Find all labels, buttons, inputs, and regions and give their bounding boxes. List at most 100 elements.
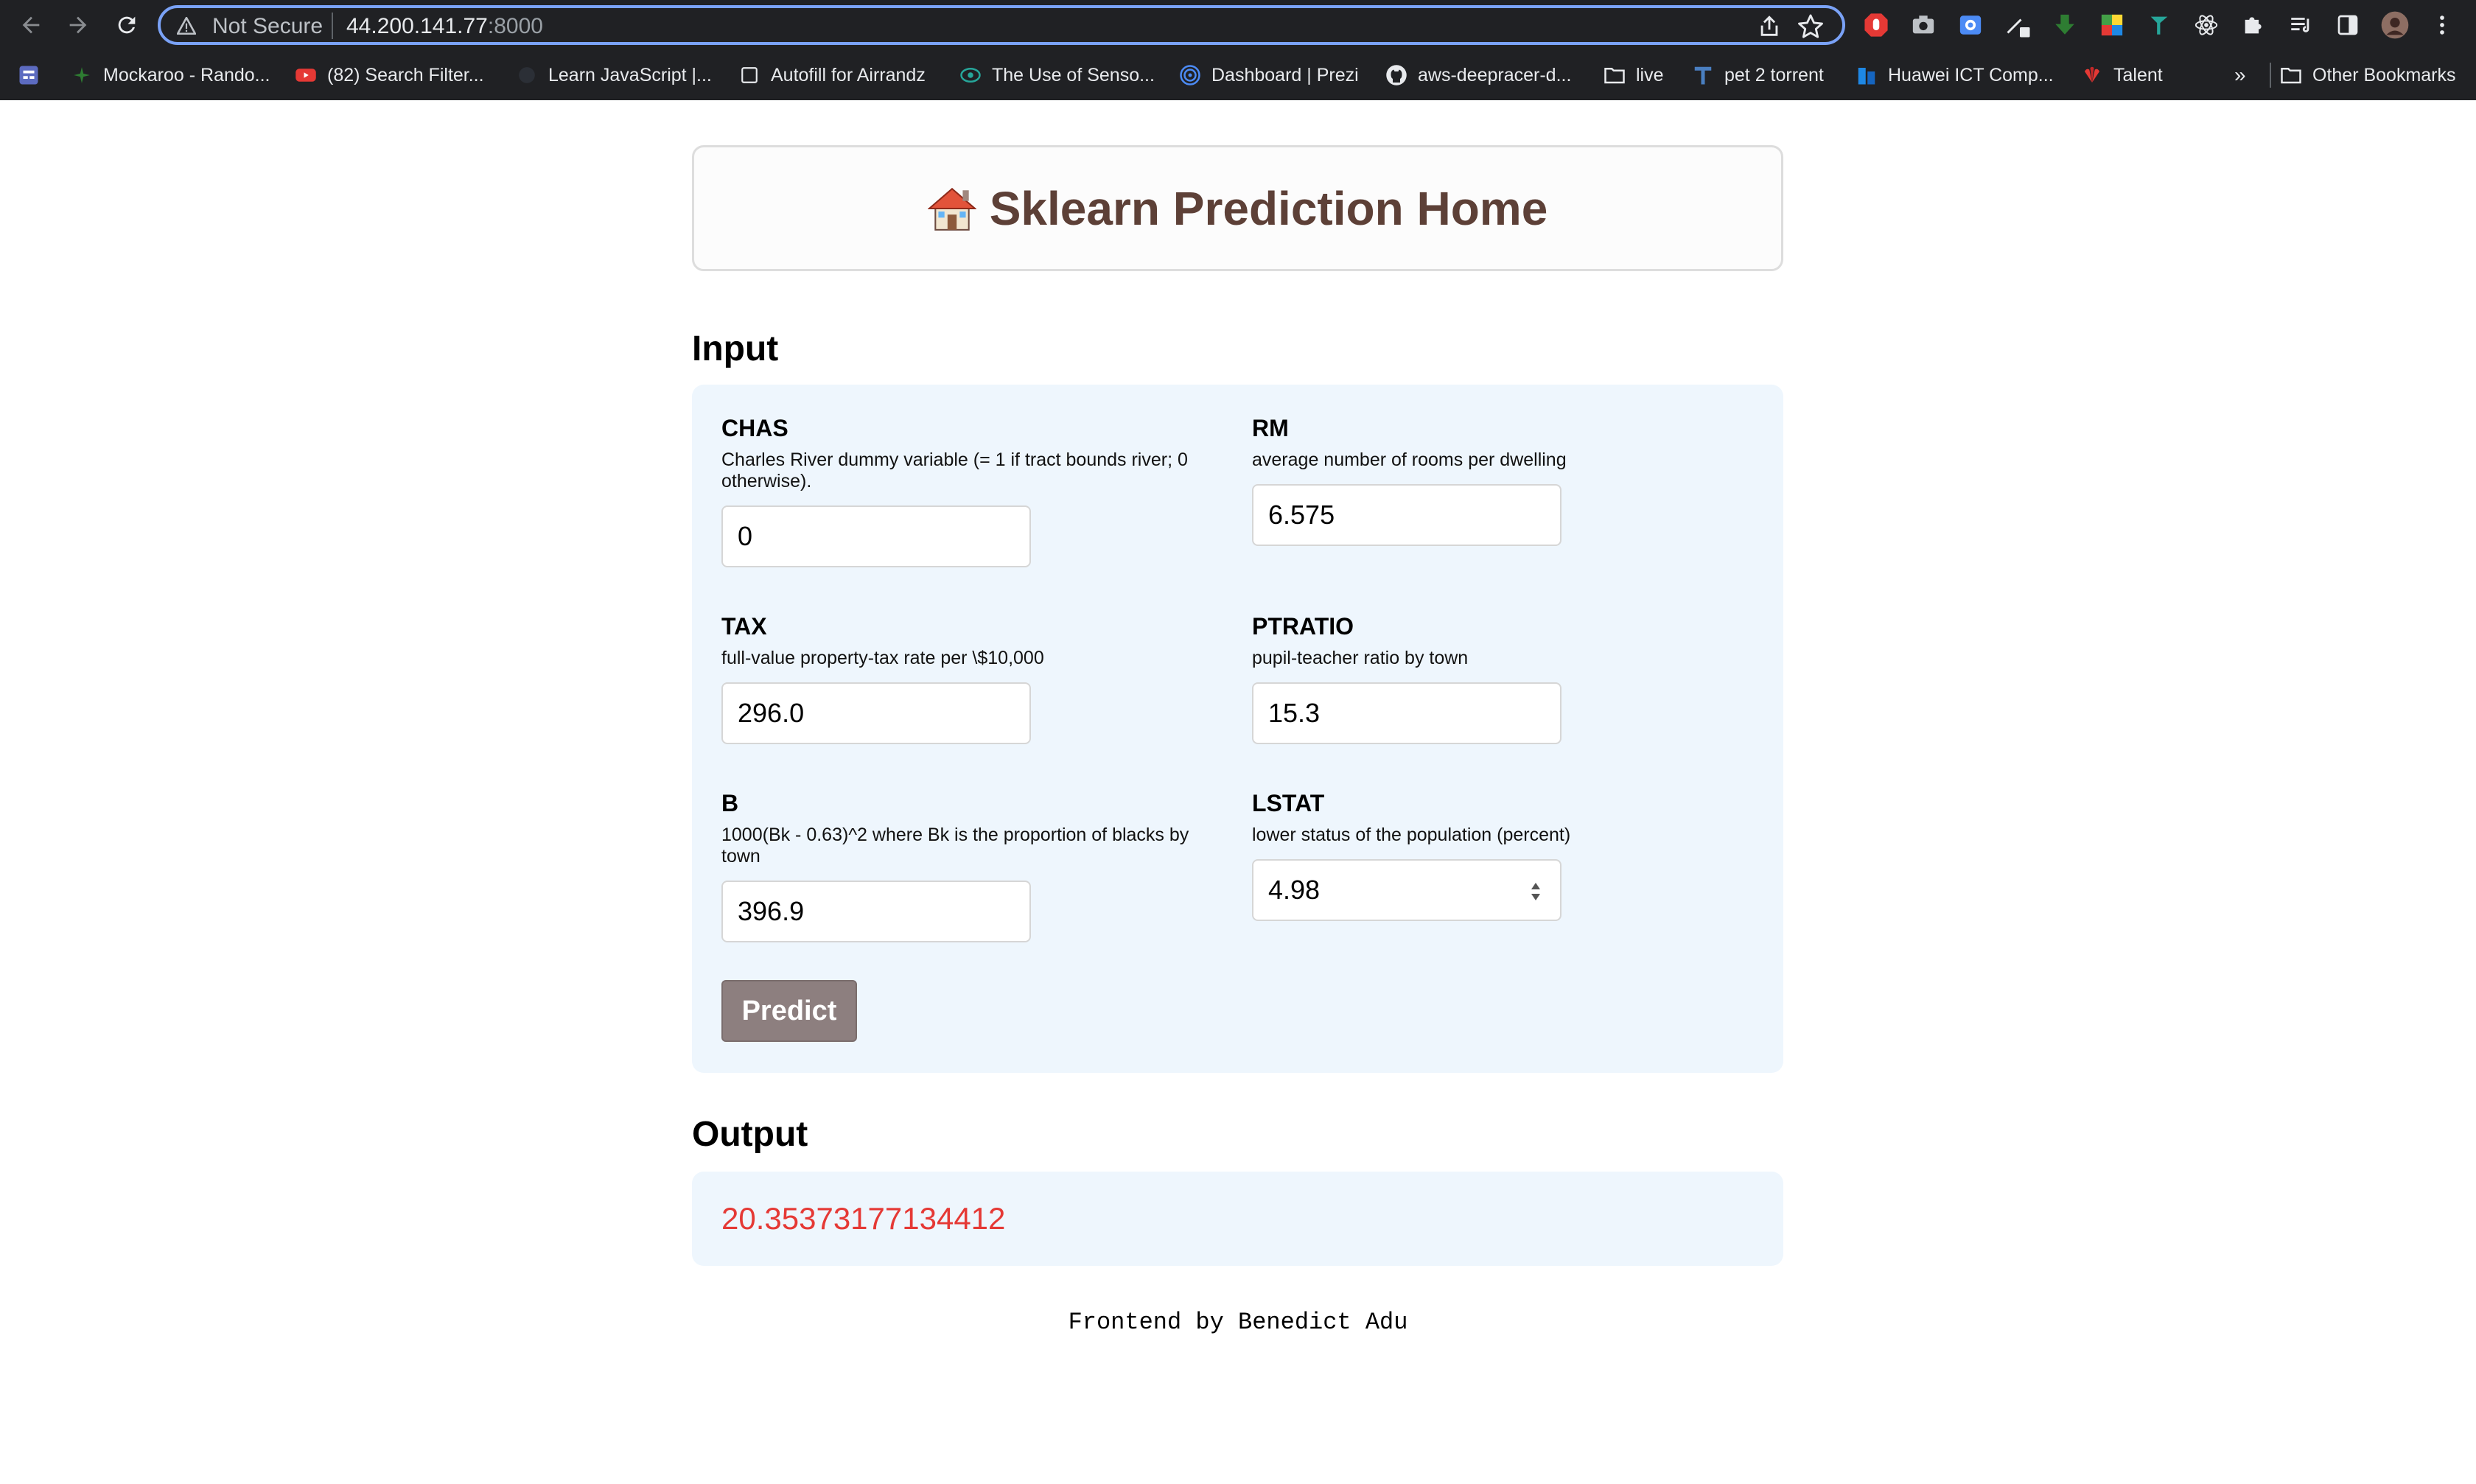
bookmark-item[interactable]: The Use of Senso... <box>959 60 1155 90</box>
side-panel-icon[interactable] <box>2333 10 2363 40</box>
folder-icon <box>1604 64 1626 86</box>
bookmark-label: live <box>1636 64 1664 85</box>
number-spinner-icon[interactable] <box>1529 878 1542 905</box>
field-description: full-value property-tax rate per \$10,00… <box>721 648 1044 668</box>
field-description: pupil-teacher ratio by town <box>1252 648 1469 668</box>
field-label: PTRATIO <box>1252 613 1354 640</box>
download-extension-icon[interactable] <box>2050 10 2080 40</box>
puzzle-extensions-icon[interactable] <box>2239 10 2268 40</box>
folder-icon <box>2280 64 2302 86</box>
color-extension-icon[interactable] <box>2097 10 2127 40</box>
address-separator <box>332 13 333 39</box>
lstat-value: 4.98 <box>1268 875 1321 905</box>
field-description: lower status of the population (percent) <box>1252 825 1571 845</box>
prediction-value: 20.35373177134412 <box>721 1201 1006 1236</box>
checkbox-icon <box>738 64 760 86</box>
bookmark-label: aws-deepracer-d... <box>1418 64 1572 85</box>
back-button[interactable] <box>12 6 50 44</box>
bookmark-item[interactable]: Talent <box>2081 60 2163 90</box>
pen-extension-icon[interactable] <box>2003 10 2032 40</box>
input-panel: CHAS Charles River dummy variable (= 1 i… <box>692 385 1783 1073</box>
predict-button[interactable]: Predict <box>721 980 857 1042</box>
b-input[interactable]: 396.9 <box>721 881 1031 942</box>
bookmark-item[interactable]: Dashboard | Prezi <box>1179 60 1359 90</box>
profile-avatar-icon[interactable] <box>2380 10 2410 40</box>
forward-button[interactable] <box>59 6 97 44</box>
field-label: TAX <box>721 613 767 640</box>
forward-arrow-icon <box>69 16 87 34</box>
mockaroo-icon <box>71 64 93 86</box>
bookmark-item[interactable]: (82) Search Filter... <box>295 60 484 90</box>
bookmark-label: The Use of Senso... <box>992 64 1155 85</box>
react-devtools-icon[interactable] <box>2192 10 2221 40</box>
bird-extension-icon[interactable] <box>2144 10 2174 40</box>
bookmark-label: Talent <box>2113 64 2163 85</box>
bookmark-item[interactable]: aws-deepracer-d... <box>1385 60 1571 90</box>
field-label: LSTAT <box>1252 790 1325 816</box>
other-bookmarks-folder[interactable]: Other Bookmarks <box>2280 60 2456 90</box>
bookmark-star-icon[interactable] <box>1797 13 1825 41</box>
footer-credit: Frontend by Benedict Adu <box>1068 1309 1408 1336</box>
screen-capture-extension-icon[interactable] <box>1956 10 1985 40</box>
url-host: 44.200.141.77 <box>346 14 488 38</box>
share-icon[interactable] <box>1757 14 1782 39</box>
reload-icon <box>118 16 136 34</box>
bookmark-label: Other Bookmarks <box>2312 64 2456 85</box>
header-card: Sklearn Prediction Home <box>692 145 1783 271</box>
browser-chrome: Not Secure 44.200.141.77:8000 Mockaroo -… <box>0 0 2476 100</box>
field-description: 1000(Bk - 0.63)^2 where Bk is the propor… <box>721 825 1189 867</box>
field-lstat: LSTAT lower status of the population (pe… <box>1252 789 1753 921</box>
reload-button[interactable] <box>108 6 146 44</box>
apps-icon[interactable] <box>18 60 40 90</box>
house-icon <box>927 187 976 231</box>
bookmark-label: Learn JavaScript |... <box>548 64 712 85</box>
adblock-extension-icon[interactable] <box>1861 10 1891 40</box>
bookmark-label: (82) Search Filter... <box>327 64 484 85</box>
bookmark-item[interactable]: Huawei ICT Comp... <box>1856 60 2054 90</box>
back-arrow-icon <box>22 16 40 34</box>
bookmark-label: Dashboard | Prezi <box>1211 64 1359 85</box>
browser-menu-icon[interactable] <box>2427 10 2457 40</box>
chas-input[interactable]: 0 <box>721 505 1031 567</box>
bookmark-item[interactable]: Autofill for Airrandz <box>738 60 926 90</box>
reading-list-icon[interactable] <box>2286 10 2315 40</box>
bookmark-item[interactable]: Mockaroo - Rando... <box>71 60 270 90</box>
huawei-blue-icon <box>1856 64 1878 86</box>
bookmark-label: Autofill for Airrandz <box>771 64 926 85</box>
camera-extension-icon[interactable] <box>1909 10 1938 40</box>
rm-input[interactable]: 6.575 <box>1252 484 1562 546</box>
huawei-icon <box>2081 64 2103 86</box>
lstat-input[interactable]: 4.98 <box>1252 859 1562 921</box>
url-text[interactable]: 44.200.141.77:8000 <box>346 14 543 39</box>
bookmark-item[interactable]: pet 2 torrent <box>1692 60 1824 90</box>
bookmarks-overflow-button[interactable]: » <box>2234 60 2246 90</box>
field-rm: RM average number of rooms per dwelling … <box>1252 414 1753 546</box>
input-heading: Input <box>692 329 779 368</box>
field-ptratio: PTRATIO pupil-teacher ratio by town 15.3 <box>1252 612 1753 744</box>
bookmark-label: Mockaroo - Rando... <box>103 64 270 85</box>
bookmark-folder[interactable]: live <box>1604 60 1664 90</box>
field-description: average number of rooms per dwelling <box>1252 449 1567 470</box>
globe-icon <box>516 64 538 86</box>
bookmark-label: pet 2 torrent <box>1724 64 1824 85</box>
page-title: Sklearn Prediction Home <box>927 181 1548 236</box>
field-label: B <box>721 790 739 816</box>
url-port: :8000 <box>487 14 543 38</box>
youtube-icon <box>295 64 317 86</box>
field-b: B 1000(Bk - 0.63)^2 where Bk is the prop… <box>721 789 1223 942</box>
address-bar[interactable]: Not Secure 44.200.141.77:8000 <box>158 5 1845 45</box>
github-icon <box>1385 64 1407 86</box>
bookmark-item[interactable]: Learn JavaScript |... <box>516 60 712 90</box>
bookmarks-divider <box>2270 63 2271 88</box>
bookmark-label: Huawei ICT Comp... <box>1888 64 2054 85</box>
browser-toolbar: Not Secure 44.200.141.77:8000 <box>0 0 2476 50</box>
warning-icon <box>177 17 196 35</box>
ptratio-input[interactable]: 15.3 <box>1252 682 1562 744</box>
bookmarks-bar: Mockaroo - Rando... (82) Search Filter..… <box>0 50 2476 100</box>
field-label: CHAS <box>721 415 788 441</box>
prezi-icon <box>1179 64 1201 86</box>
output-heading: Output <box>692 1115 808 1154</box>
security-status[interactable]: Not Secure <box>212 14 323 39</box>
tax-input[interactable]: 296.0 <box>721 682 1031 744</box>
output-panel: 20.35373177134412 <box>692 1172 1783 1266</box>
